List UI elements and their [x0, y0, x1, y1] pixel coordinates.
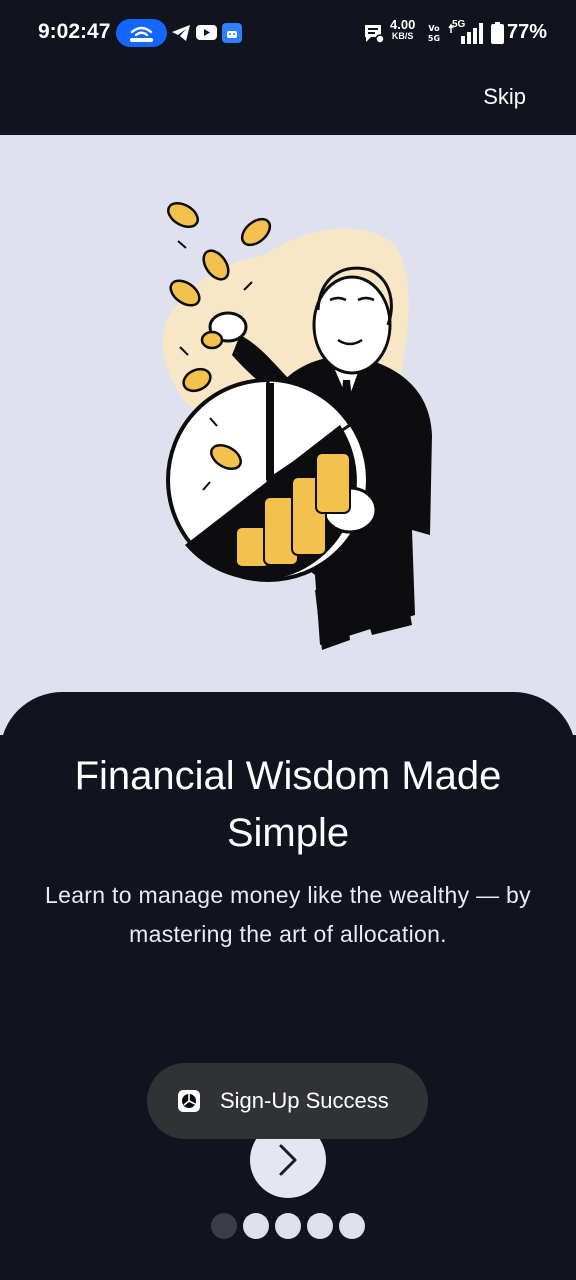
onboarding-title: Financial Wisdom Made Simple — [74, 754, 502, 855]
toast-message: Sign-Up Success — [147, 1063, 428, 1139]
svg-text:Vo: Vo — [428, 24, 440, 33]
hotspot-icon — [116, 19, 167, 47]
signal-icon — [448, 23, 483, 44]
page-dot-1[interactable] — [211, 1213, 237, 1239]
page-indicator — [211, 1213, 365, 1239]
network-speed: 4.00 KB/S — [390, 18, 415, 41]
battery-percent: 77% — [507, 21, 548, 43]
page-dot-2[interactable] — [243, 1213, 269, 1239]
wealthy-man-coins-illustration — [162, 201, 432, 650]
app-logo-icon — [178, 1090, 200, 1112]
battery-icon — [491, 22, 504, 44]
hero-illustration-area — [0, 135, 576, 735]
volte-icon: Vo 5G — [428, 24, 440, 43]
page-dot-4[interactable] — [307, 1213, 333, 1239]
network-speed-value: 4.00 — [390, 17, 416, 32]
youtube-icon — [196, 25, 217, 40]
telegram-icon — [172, 25, 190, 41]
svg-text:5G: 5G — [428, 34, 440, 43]
skip-button[interactable]: Skip — [483, 84, 526, 110]
page-dot-3[interactable] — [275, 1213, 301, 1239]
chevron-right-icon — [279, 1144, 297, 1176]
network-speed-unit: KB/S — [391, 31, 414, 41]
onboarding-sheet: Financial Wisdom Made Simple Learn to ma… — [0, 692, 576, 1280]
status-bar: 9:02:47 4.00 KB/S Vo 5G 5G 77% — [0, 0, 576, 66]
onboarding-subtitle: Learn to manage money like the wealthy —… — [45, 882, 531, 947]
top-bar: Skip — [0, 66, 576, 135]
toast-text: Sign-Up Success — [220, 1088, 389, 1113]
app-notification-icon — [222, 23, 242, 43]
page-dot-5[interactable] — [339, 1213, 365, 1239]
message-icon — [365, 25, 385, 44]
status-time: 9:02:47 — [38, 20, 111, 43]
